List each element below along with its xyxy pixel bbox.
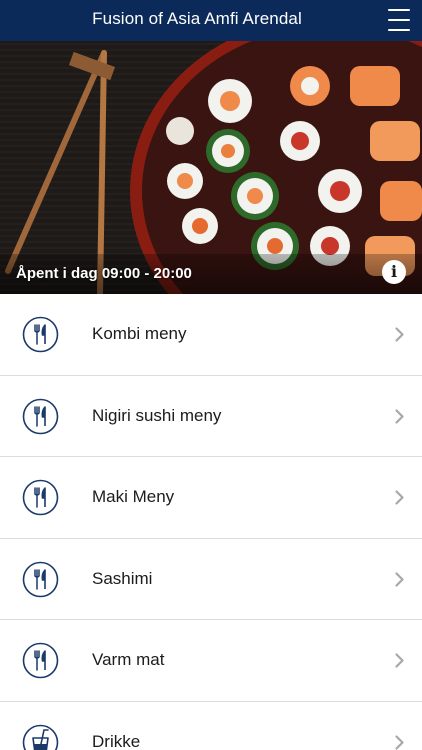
opening-hours: Åpent i dag 09:00 - 20:00 xyxy=(16,265,192,282)
menu-item-nigiri-sushi-meny[interactable]: Nigiri sushi meny xyxy=(0,375,422,457)
hero-image: Åpent i dag 09:00 - 20:00 i xyxy=(0,41,422,294)
cutlery-icon xyxy=(22,642,59,679)
drink-icon xyxy=(22,724,59,750)
chevron-right-icon xyxy=(395,571,404,587)
chevron-right-icon xyxy=(395,327,404,342)
menu-item-sashimi[interactable]: Sashimi xyxy=(0,538,422,620)
menu-item-label: Drikke xyxy=(92,731,141,750)
chevron-right-icon xyxy=(395,408,404,424)
app-header: Fusion of Asia Amfi Arendal xyxy=(0,0,422,41)
menu-item-label: Nigiri sushi meny xyxy=(92,405,222,425)
menu-item-label: Kombi meny xyxy=(92,324,187,343)
page-title: Fusion of Asia Amfi Arendal xyxy=(92,9,302,28)
hamburger-menu-icon[interactable] xyxy=(388,9,410,31)
menu-item-label: Maki Meny xyxy=(92,487,175,506)
menu-item-label: Varm mat xyxy=(92,650,165,669)
menu-item-label: Sashimi xyxy=(92,568,153,588)
menu-list: Kombi meny Nigiri sushi meny Maki Meny S… xyxy=(0,294,422,750)
menu-item-kombi-meny[interactable]: Kombi meny xyxy=(0,294,422,376)
menu-item-drikke[interactable]: Drikke xyxy=(0,701,422,750)
cutlery-icon xyxy=(22,398,59,434)
cutlery-icon xyxy=(22,479,59,516)
chevron-right-icon xyxy=(395,490,404,505)
chevron-right-icon xyxy=(395,734,404,750)
chevron-right-icon xyxy=(395,653,404,668)
info-icon[interactable]: i xyxy=(382,260,406,284)
menu-item-varm-mat[interactable]: Varm mat xyxy=(0,620,422,702)
cutlery-icon xyxy=(22,316,59,353)
menu-item-maki-meny[interactable]: Maki Meny xyxy=(0,457,422,539)
cutlery-icon xyxy=(22,561,59,597)
